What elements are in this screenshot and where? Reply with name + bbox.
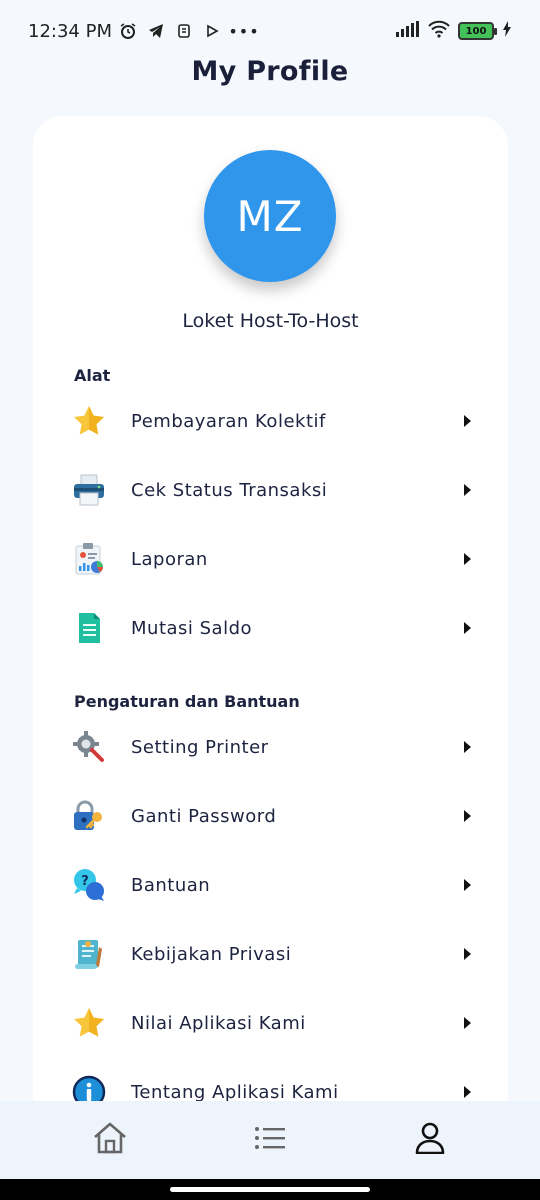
chevron-right-icon bbox=[464, 1017, 471, 1029]
menu-item-nilai-aplikasi[interactable]: Nilai Aplikasi Kami bbox=[71, 993, 471, 1053]
chevron-right-icon bbox=[464, 948, 471, 960]
page-title: My Profile bbox=[191, 56, 349, 87]
wifi-icon bbox=[428, 20, 450, 42]
charging-icon bbox=[502, 21, 512, 41]
svg-text:?: ? bbox=[81, 874, 89, 889]
user-icon bbox=[415, 1122, 445, 1158]
menu-label: Cek Status Transaksi bbox=[131, 479, 328, 501]
profile-card: MZ Loket Host-To-Host Alat Pembayaran Ko… bbox=[33, 116, 508, 1116]
printer-icon bbox=[71, 472, 107, 508]
section-title-tools: Alat bbox=[74, 366, 111, 385]
nav-home-button[interactable] bbox=[80, 1110, 140, 1170]
profile-name: Loket Host-To-Host bbox=[182, 310, 359, 332]
menu-label: Bantuan bbox=[131, 874, 211, 896]
chevron-right-icon bbox=[464, 741, 471, 753]
more-dots-icon: ••• bbox=[228, 21, 260, 41]
menu-label: Ganti Password bbox=[131, 805, 277, 827]
menu-item-ganti-password[interactable]: Ganti Password bbox=[71, 786, 471, 846]
play-icon bbox=[202, 21, 222, 41]
telegram-icon bbox=[146, 21, 166, 41]
avatar[interactable]: MZ bbox=[204, 150, 336, 282]
signal-icon bbox=[396, 21, 420, 41]
menu-label: Kebijakan Privasi bbox=[131, 943, 292, 965]
star-icon bbox=[71, 403, 107, 439]
section-title-settings: Pengaturan dan Bantuan bbox=[74, 692, 300, 711]
menu-item-cek-status-transaksi[interactable]: Cek Status Transaksi bbox=[71, 460, 471, 520]
status-time: 12:34 PM bbox=[28, 20, 112, 42]
home-gesture-bar[interactable] bbox=[170, 1187, 370, 1192]
menu-label: Setting Printer bbox=[131, 736, 269, 758]
chevron-right-icon bbox=[464, 553, 471, 565]
gear-search-icon bbox=[71, 729, 107, 765]
star-icon bbox=[71, 1005, 107, 1041]
chevron-right-icon bbox=[464, 415, 471, 427]
bottom-navigation bbox=[0, 1101, 540, 1179]
chevron-right-icon bbox=[464, 622, 471, 634]
document-icon bbox=[71, 610, 107, 646]
status-icons-left: ••• bbox=[118, 21, 260, 41]
status-bar: 12:34 PM ••• 100 bbox=[0, 0, 540, 62]
menu-label: Nilai Aplikasi Kami bbox=[131, 1012, 306, 1034]
policy-scroll-icon bbox=[71, 936, 107, 972]
menu-item-bantuan[interactable]: ? Bantuan bbox=[71, 855, 471, 915]
menu-label: Laporan bbox=[131, 548, 208, 570]
nav-list-button[interactable] bbox=[240, 1110, 300, 1170]
help-chat-icon: ? bbox=[71, 867, 107, 903]
notification-icon bbox=[174, 21, 194, 41]
list-icon bbox=[254, 1126, 286, 1154]
menu-item-laporan[interactable]: Laporan bbox=[71, 529, 471, 589]
menu-label: Tentang Aplikasi Kami bbox=[131, 1081, 339, 1103]
menu-item-kebijakan-privasi[interactable]: Kebijakan Privasi bbox=[71, 924, 471, 984]
menu-item-pembayaran-kolektif[interactable]: Pembayaran Kolektif bbox=[71, 391, 471, 451]
menu-item-mutasi-saldo[interactable]: Mutasi Saldo bbox=[71, 598, 471, 658]
report-icon bbox=[71, 541, 107, 577]
alarm-icon bbox=[118, 21, 138, 41]
status-icons-right: 100 bbox=[396, 20, 512, 42]
lock-key-icon bbox=[71, 798, 107, 834]
menu-item-setting-printer[interactable]: Setting Printer bbox=[71, 717, 471, 777]
home-icon bbox=[92, 1121, 128, 1159]
chevron-right-icon bbox=[464, 484, 471, 496]
battery-icon: 100 bbox=[458, 22, 497, 40]
chevron-right-icon bbox=[464, 1086, 471, 1098]
chevron-right-icon bbox=[464, 879, 471, 891]
chevron-right-icon bbox=[464, 810, 471, 822]
menu-label: Pembayaran Kolektif bbox=[131, 410, 326, 432]
nav-profile-button[interactable] bbox=[400, 1110, 460, 1170]
menu-label: Mutasi Saldo bbox=[131, 617, 253, 639]
gesture-area bbox=[0, 1179, 540, 1200]
